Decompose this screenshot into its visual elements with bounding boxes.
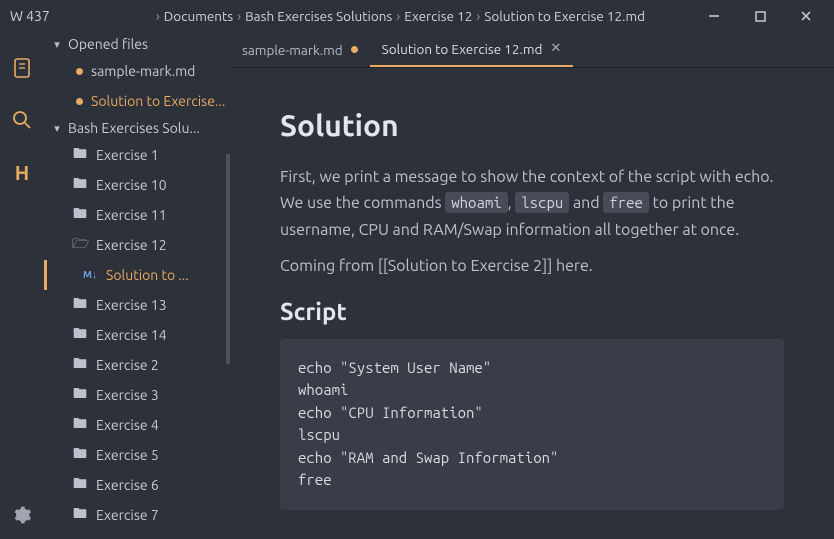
close-icon[interactable]: ✕ — [550, 41, 561, 56]
folder-label: Exercise 7 — [96, 507, 159, 523]
folder-icon: 🖿 — [72, 443, 88, 467]
folder-item[interactable]: 🖿 Exercise 14 — [44, 320, 230, 350]
tab-label: sample-mark.md — [242, 42, 343, 58]
section-label: Bash Exercises Solu... — [68, 120, 200, 136]
window-title: W 437 — [10, 8, 50, 24]
folder-icon: 🖿 — [72, 293, 88, 317]
doc-h2: Script — [280, 298, 784, 325]
sidebar: ▾ Opened files sample-mark.md Solution t… — [44, 32, 230, 539]
search-icon[interactable] — [8, 106, 36, 134]
inline-code: whoami — [445, 192, 507, 213]
doc-h1: Solution — [280, 108, 784, 142]
file-item-active[interactable]: M↓ Solution to ... — [44, 260, 230, 290]
file-label: Solution to Exercise... — [91, 93, 225, 109]
doc-para2: Coming from [[Solution to Exercise 2]] h… — [280, 253, 784, 279]
folder-item[interactable]: 🖿 Exercise 6 — [44, 470, 230, 500]
chevron-right-icon: › — [237, 8, 241, 24]
minimize-button[interactable] — [692, 2, 736, 30]
folder-label: Exercise 3 — [96, 387, 159, 403]
folder-label: Exercise 2 — [96, 357, 159, 373]
folder-icon: 🖿 — [72, 203, 88, 227]
breadcrumb-item[interactable]: Bash Exercises Solutions — [245, 8, 392, 24]
breadcrumb-item[interactable]: Documents — [164, 8, 233, 24]
sidebar-section-opened[interactable]: ▾ Opened files — [44, 32, 230, 56]
folder-label: Exercise 6 — [96, 477, 159, 493]
doc-para1: First, we print a message to show the co… — [280, 164, 784, 243]
opened-file-item[interactable]: sample-mark.md — [44, 56, 230, 86]
folder-icon: 🖿 — [72, 503, 88, 527]
chevron-right-icon: › — [396, 8, 400, 24]
folder-item-open[interactable]: 🗁 Exercise 12 — [44, 230, 230, 260]
folder-item[interactable]: 🖿 Exercise 3 — [44, 380, 230, 410]
folder-item[interactable]: 🖿 Exercise 11 — [44, 200, 230, 230]
code-block: echo "System User Name" whoami echo "CPU… — [280, 339, 784, 510]
folder-label: Exercise 14 — [96, 327, 167, 343]
settings-icon[interactable] — [8, 501, 36, 529]
tab-solution[interactable]: Solution to Exercise 12.md ✕ — [370, 32, 574, 67]
file-label: Solution to ... — [106, 267, 189, 283]
folder-icon: 🖿 — [72, 473, 88, 497]
editor-tabs: sample-mark.md Solution to Exercise 12.m… — [230, 32, 834, 68]
folder-icon: 🖿 — [72, 173, 88, 197]
folder-item[interactable]: 🖿 Exercise 5 — [44, 440, 230, 470]
section-label: Opened files — [68, 36, 148, 52]
editor-pane: sample-mark.md Solution to Exercise 12.m… — [230, 32, 834, 539]
chevron-right-icon: › — [156, 8, 160, 24]
folder-label: Exercise 1 — [96, 147, 159, 163]
sidebar-section-project[interactable]: ▾ Bash Exercises Solu... — [44, 116, 230, 140]
folder-item[interactable]: 🖿 Exercise 13 — [44, 290, 230, 320]
folder-label: Exercise 4 — [96, 417, 159, 433]
dirty-dot-icon — [351, 46, 358, 53]
folder-icon: 🖿 — [72, 383, 88, 407]
inline-code: free — [603, 192, 649, 213]
heading-icon[interactable]: H — [8, 158, 36, 186]
folder-icon: 🖿 — [72, 353, 88, 377]
file-label: sample-mark.md — [91, 63, 195, 79]
chevron-right-icon: › — [476, 8, 480, 24]
folder-label: Exercise 12 — [96, 237, 167, 253]
folder-icon: 🖿 — [72, 323, 88, 347]
folder-label: Exercise 11 — [96, 207, 167, 223]
folder-item[interactable]: 🖿 Exercise 7 — [44, 500, 230, 530]
markdown-icon: M↓ — [82, 269, 98, 281]
close-button[interactable] — [784, 2, 828, 30]
inline-code: lscpu — [515, 192, 569, 213]
folder-item[interactable]: 🖿 Exercise 4 — [44, 410, 230, 440]
chevron-down-icon: ▾ — [50, 122, 64, 135]
document-content: Solution First, we print a message to sh… — [230, 68, 834, 539]
breadcrumb: › Documents › Bash Exercises Solutions ›… — [156, 8, 645, 24]
maximize-button[interactable] — [738, 2, 782, 30]
folder-label: Exercise 13 — [96, 297, 167, 313]
breadcrumb-item[interactable]: Exercise 12 — [404, 8, 472, 24]
folder-icon: 🖿 — [72, 413, 88, 437]
folder-item[interactable]: 🖿 Exercise 2 — [44, 350, 230, 380]
doc-text: and — [569, 194, 603, 212]
folder-label: Exercise 5 — [96, 447, 159, 463]
tab-sample-mark[interactable]: sample-mark.md — [230, 32, 370, 67]
folder-open-icon: 🗁 — [72, 233, 88, 257]
activity-bar: H — [0, 32, 44, 539]
folder-label: Exercise 10 — [96, 177, 167, 193]
opened-file-item[interactable]: Solution to Exercise... — [44, 86, 230, 116]
dirty-dot-icon — [76, 68, 83, 75]
chevron-down-icon: ▾ — [50, 38, 64, 51]
folder-item[interactable]: 🖿 Exercise 1 — [44, 140, 230, 170]
folder-icon: 🖿 — [72, 143, 88, 167]
folder-item[interactable]: 🖿 Exercise 10 — [44, 170, 230, 200]
files-icon[interactable] — [8, 54, 36, 82]
tab-label: Solution to Exercise 12.md — [382, 41, 543, 57]
breadcrumb-item[interactable]: Solution to Exercise 12.md — [484, 8, 645, 24]
dirty-dot-icon — [76, 98, 83, 105]
